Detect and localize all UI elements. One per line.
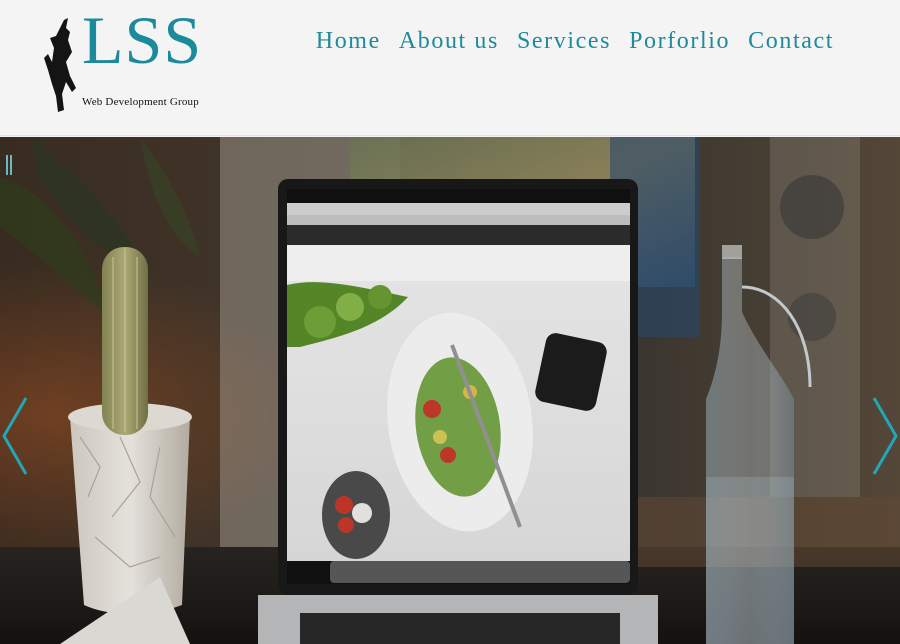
hero-image bbox=[0, 137, 900, 644]
logo-subtitle: Web Development Group bbox=[82, 96, 199, 108]
logo-text: LSS bbox=[82, 2, 203, 78]
nav-contact[interactable]: Contact bbox=[748, 28, 834, 55]
pause-icon[interactable] bbox=[6, 155, 12, 175]
chevron-left-icon[interactable] bbox=[0, 394, 32, 478]
chevron-right-icon[interactable] bbox=[868, 394, 900, 478]
climber-figure-icon bbox=[44, 18, 76, 112]
nav-home[interactable]: Home bbox=[316, 28, 381, 55]
logo[interactable]: LSS Web Development Group bbox=[42, 6, 201, 116]
nav-portfolio[interactable]: Porforlio bbox=[629, 28, 730, 55]
nav-about-us[interactable]: About us bbox=[399, 28, 499, 55]
main-nav: Home About us Services Porforlio Contact bbox=[298, 28, 834, 55]
nav-services[interactable]: Services bbox=[517, 28, 611, 55]
hero-slider bbox=[0, 137, 900, 644]
site-header: LSS Web Development Group Home About us … bbox=[0, 0, 900, 136]
